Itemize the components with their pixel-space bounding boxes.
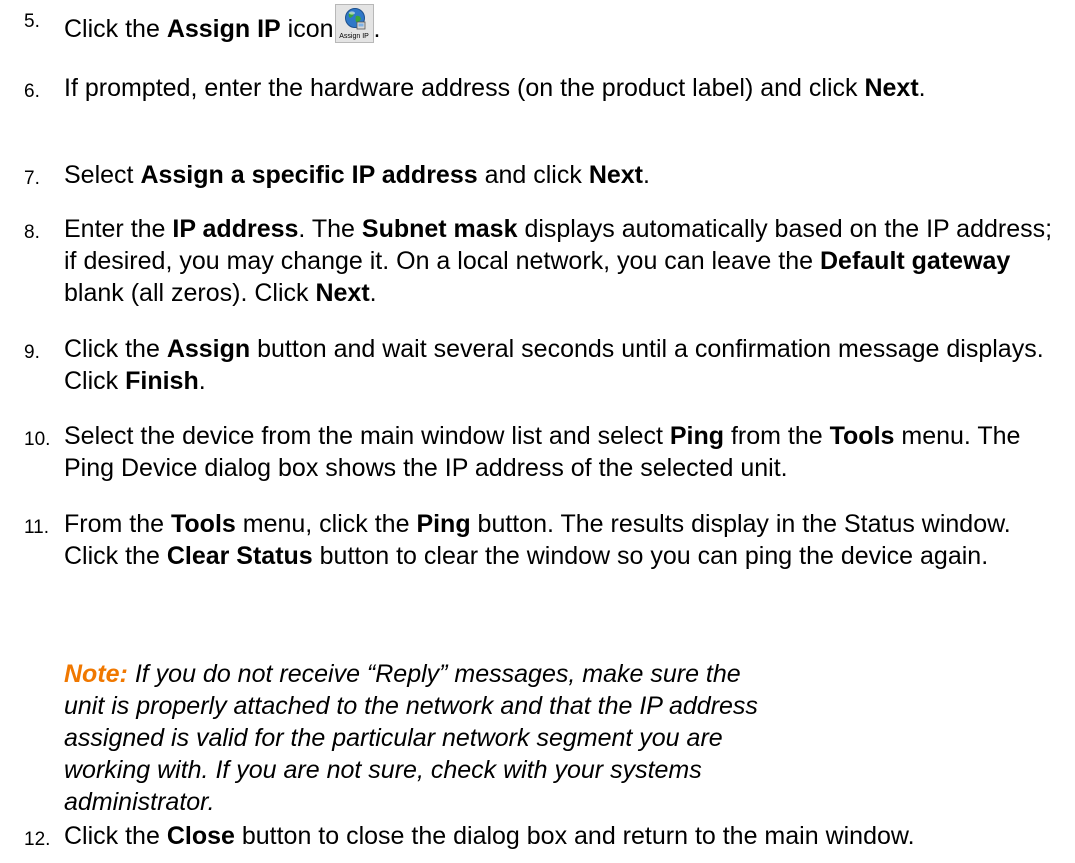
text-run: .	[373, 15, 381, 43]
bold-term: Tools	[829, 422, 895, 450]
bold-term: Close	[166, 822, 235, 850]
step-text: From the Tools menu, click the Ping butt…	[64, 508, 1069, 572]
globe-icon	[344, 8, 365, 30]
text-run: menu, click the	[235, 510, 417, 538]
step-number: 12.	[24, 829, 51, 850]
step-text: Click the Assign button and wait several…	[64, 333, 1069, 397]
text-run: .	[198, 367, 206, 395]
text-run: icon	[280, 15, 334, 43]
assign-ip-icon-caption: Assign IP	[339, 33, 369, 40]
text-run: . The	[298, 215, 362, 243]
text-run: Click the	[64, 15, 167, 43]
text-run: .	[369, 279, 377, 307]
text-run: button to clear the window so you can pi…	[312, 542, 989, 570]
text-run: Select the device from the main window l…	[64, 422, 670, 450]
step-number: 10.	[24, 429, 51, 450]
text-run: Select	[64, 161, 141, 189]
text-run: Click the	[64, 335, 167, 363]
text-run: blank (all zeros). Click	[64, 279, 316, 307]
step-number: 9.	[24, 342, 40, 363]
step-number: 8.	[24, 222, 40, 243]
note-text: If you do not receive “Reply” messages, …	[64, 660, 758, 816]
text-run: and click	[477, 161, 589, 189]
step-text: Enter the IP address. The Subnet mask di…	[64, 213, 1069, 309]
text-run: from the	[724, 422, 830, 450]
step-number: 6.	[24, 81, 40, 102]
bold-term: Next	[315, 279, 370, 307]
text-run: .	[918, 74, 926, 102]
text-run: If prompted, enter the hardware address …	[64, 74, 865, 102]
step-text: If prompted, enter the hardware address …	[64, 72, 1069, 104]
note: Note: If you do not receive “Reply” mess…	[64, 658, 784, 818]
bold-term: Next	[864, 74, 919, 102]
text-run: Enter the	[64, 215, 173, 243]
step-text: Select Assign a specific IP address and …	[64, 159, 1069, 191]
note-label: Note:	[64, 660, 128, 688]
bold-term: Ping	[669, 422, 725, 450]
bold-term: Tools	[170, 510, 236, 538]
bold-term: Assign	[166, 335, 251, 363]
bold-term: Default gateway	[819, 247, 1011, 275]
bold-term: Clear Status	[166, 542, 313, 570]
bold-term: Ping	[416, 510, 471, 538]
step-number: 5.	[24, 11, 40, 32]
bold-term: Assign IP	[166, 15, 281, 43]
bold-term: Finish	[125, 367, 199, 395]
step-number: 11.	[24, 517, 50, 538]
text-run: .	[643, 161, 650, 189]
bold-term: Assign a specific IP address	[140, 161, 478, 189]
text-run: Click the	[64, 822, 167, 850]
step-number: 7.	[24, 168, 40, 189]
assign-ip-icon: Assign IP	[334, 4, 374, 43]
step-text: Select the device from the main window l…	[64, 420, 1069, 484]
text-run: button to close the dialog box and retur…	[234, 822, 915, 850]
bold-term: Next	[588, 161, 643, 189]
text-run: From the	[64, 510, 171, 538]
bold-term: Subnet mask	[361, 215, 518, 243]
bold-term: IP address	[172, 215, 299, 243]
step-text: Click the Close button to close the dial…	[64, 820, 1069, 852]
step-text: Click the Assign IP icon Assign IP.	[64, 4, 1069, 45]
